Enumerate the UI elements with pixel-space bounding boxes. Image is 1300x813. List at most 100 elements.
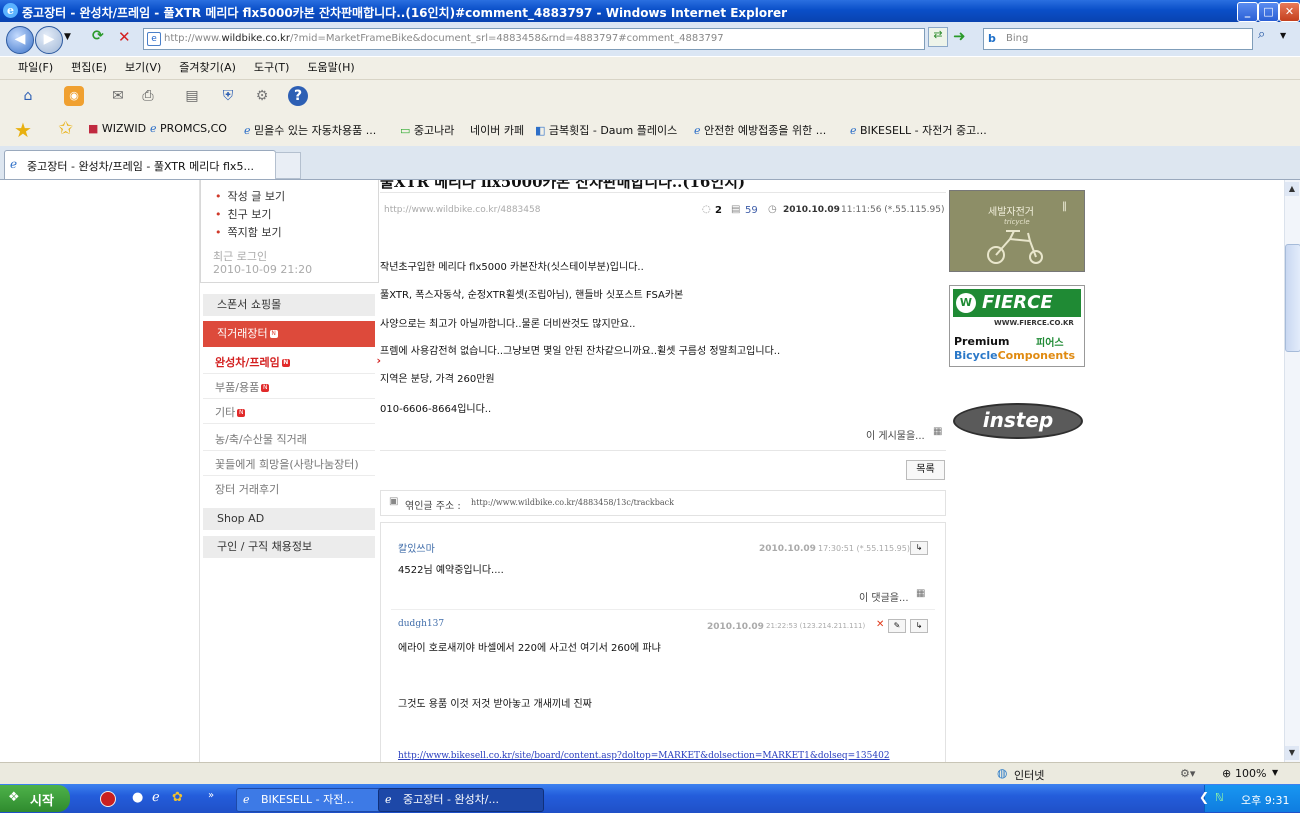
zoom-level[interactable]: 100% [1235, 767, 1266, 780]
post-body-line: 작년초구입한 메리다 flx5000 카본잔차(싯스테이부분)입니다.. [380, 262, 644, 273]
post-menu-icon[interactable]: ▦ [933, 426, 942, 437]
search-icon[interactable]: ⌕ [1258, 27, 1276, 45]
scroll-down-icon[interactable]: ▼ [1285, 746, 1299, 760]
comment-link[interactable]: http://www.bikesell.co.kr/site/board/con… [398, 751, 890, 761]
scroll-thumb[interactable] [1285, 244, 1300, 352]
fav-vaccination[interactable]: ℯ 안전한 예방접종을 위한 ... [694, 122, 826, 138]
tab-current[interactable]: ℯ 중고장터 - 완성차/프레임 - 풀XTR 메리다 flx5... [4, 150, 276, 179]
fav-promcs[interactable]: ℯ PROMCS,CO [150, 122, 227, 135]
feeds-icon[interactable]: ◉ [64, 86, 84, 106]
quicklaunch-icon[interactable] [100, 791, 116, 807]
jobs-menu[interactable]: 구인 / 구직 채용정보 [203, 536, 375, 558]
help-icon[interactable]: ? [288, 86, 308, 106]
ie-task-icon: ℯ [385, 793, 392, 806]
trackback-box: ▣ 엮인글 주소 : http://www.wildbike.co.kr/488… [380, 490, 946, 516]
ad-instep[interactable]: instep [953, 403, 1083, 439]
comment-author[interactable]: dudgh137 [398, 619, 444, 629]
maximize-button[interactable]: □ [1258, 2, 1279, 22]
comment-author[interactable]: 칼있쓰마 [398, 540, 435, 555]
tools-gear-icon[interactable]: ⚙ [252, 86, 272, 106]
menu-separator [203, 423, 375, 424]
post-permalink[interactable]: http://www.wildbike.co.kr/4883458 [384, 205, 540, 215]
system-tray: ❮ ℕ 오후 9:31 [1199, 785, 1300, 812]
fav-joonggonara[interactable]: ▭ 중고나라 [400, 122, 454, 138]
post-divider [380, 450, 946, 451]
tray-expand-icon[interactable]: ❮ [1199, 790, 1209, 804]
forward-icon[interactable]: ▶ [35, 26, 63, 54]
messages-link[interactable]: 쪽지함 보기 [215, 224, 282, 240]
go-icon[interactable]: ➜ [953, 27, 973, 45]
window-title: 중고장터 - 완성차/프레임 - 풀XTR 메리다 flx5000카본 잔차판매… [22, 6, 788, 20]
fav-daum-place[interactable]: ◧ 금복횟집 - Daum 플레이스 [535, 122, 677, 138]
search-options-icon[interactable]: ▼ [1280, 31, 1286, 40]
tray-network-icon[interactable]: ℕ [1215, 791, 1224, 804]
favorites-star-icon[interactable]: ★ [14, 118, 32, 142]
page-icon: e [147, 32, 161, 46]
trackback-url[interactable]: http://www.wildbike.co.kr/4883458/13c/tr… [471, 498, 674, 507]
menu-etc[interactable]: 기타 N [203, 404, 387, 420]
new-badge: N [237, 409, 246, 417]
this-post-menu[interactable]: 이 게시물을... [866, 427, 925, 442]
list-button[interactable]: 목록 [906, 460, 945, 480]
market-menu[interactable]: 직거래장터 N [203, 321, 375, 347]
menu-help[interactable]: 도움말(H) [307, 57, 354, 78]
refresh-icon[interactable]: ⟳ [92, 28, 112, 48]
task-bikesell[interactable]: ℯ BIKESELL - 자전... [236, 788, 390, 812]
menu-trade-reviews[interactable]: 장터 거래후기 [203, 481, 387, 497]
add-favorites-icon[interactable]: ✩ [58, 118, 73, 139]
page-menu-icon[interactable]: ▤ [182, 86, 202, 106]
delete-icon[interactable]: ✕ [876, 619, 884, 630]
menu-complete-bike[interactable]: 완성차/프레임 N › [203, 354, 387, 370]
menu-favorites[interactable]: 즐겨찾기(A) [179, 57, 236, 78]
fav-auto-goods[interactable]: ℯ 믿을수 있는 자동차용품 ... [244, 122, 376, 138]
menu-farm-products[interactable]: 농/축/수산물 직거래 [203, 431, 387, 447]
menu-view[interactable]: 보기(V) [125, 57, 161, 78]
sponsor-shop-menu[interactable]: 스폰서 쇼핑몰 [203, 294, 375, 316]
edit-icon[interactable]: ✎ [888, 619, 906, 633]
menu-tools[interactable]: 도구(T) [254, 57, 290, 78]
compatibility-view-icon[interactable]: ⇄ [928, 27, 948, 47]
ad-tricycle[interactable]: 세발자전거 ‖ tricycle [949, 190, 1085, 272]
ad-fierce[interactable]: W FIERCE WWW.FIERCE.CO.KR Premium 피어스 Bi… [949, 285, 1085, 367]
clock: 오후 9:31 [1241, 794, 1290, 807]
quicklaunch-ie-icon[interactable]: ℯ [152, 790, 160, 805]
shop-ad-menu[interactable]: Shop AD [203, 508, 375, 530]
zoom-dropdown-icon[interactable]: ▼ [1272, 768, 1278, 777]
fav-bikesell[interactable]: ℯ BIKESELL - 자전거 중고... [850, 122, 987, 138]
reply-icon[interactable]: ↳ [910, 541, 928, 555]
address-field[interactable]: e http://www.wildbike.co.kr/?mid=MarketF… [143, 28, 925, 50]
reply-icon[interactable]: ↳ [910, 619, 928, 633]
menu-parts[interactable]: 부품/용품 N [203, 379, 387, 395]
fav-wizwid[interactable]: ■ WIZWID [88, 122, 146, 135]
close-button[interactable]: ✕ [1279, 2, 1300, 22]
security-zone: 인터넷 [1014, 769, 1045, 782]
search-input[interactable]: b Bing [983, 28, 1253, 50]
quicklaunch-icon[interactable]: ● [132, 790, 143, 805]
menu-charity-market[interactable]: 꽃들에게 희망을(사랑나눔장터) [203, 456, 387, 472]
quicklaunch-icon[interactable]: ✿ [172, 790, 183, 805]
task-current[interactable]: ℯ 중고장터 - 완성차/... [378, 788, 544, 812]
ad-fierce-premium: Premium [954, 335, 1010, 348]
scroll-up-icon[interactable]: ▲ [1285, 182, 1299, 196]
safety-icon[interactable]: ⛨ [218, 86, 238, 106]
quicklaunch-more-icon[interactable]: » [208, 790, 214, 801]
menu-file[interactable]: 파일(F) [18, 57, 53, 78]
fierce-logo-icon: W [956, 293, 976, 313]
new-tab-button[interactable] [275, 152, 301, 179]
my-posts-link[interactable]: 작성 글 보기 [215, 188, 286, 204]
minimize-button[interactable]: _ [1237, 2, 1258, 22]
comment-menu[interactable]: 이 댓글을... [859, 589, 909, 604]
home-icon[interactable]: ⌂ [18, 86, 38, 106]
start-button[interactable]: ❖ 시작 [0, 785, 70, 812]
protected-mode-icon[interactable]: ⚙▾ [1180, 767, 1195, 780]
fav-naver-cafe[interactable]: 네이버 카페 [470, 122, 524, 138]
comment-menu-icon[interactable]: ▦ [916, 588, 925, 599]
zoom-icon[interactable]: ⊕ [1222, 767, 1231, 780]
back-icon[interactable]: ◀ [6, 26, 34, 54]
history-dropdown-icon[interactable]: ▼ [64, 32, 71, 42]
mail-icon[interactable]: ✉ [108, 86, 128, 106]
menu-edit[interactable]: 편집(E) [71, 57, 107, 78]
friends-link[interactable]: 친구 보기 [215, 206, 272, 222]
stop-icon[interactable]: ✕ [118, 28, 138, 48]
print-icon[interactable]: ⎙ [138, 86, 158, 106]
